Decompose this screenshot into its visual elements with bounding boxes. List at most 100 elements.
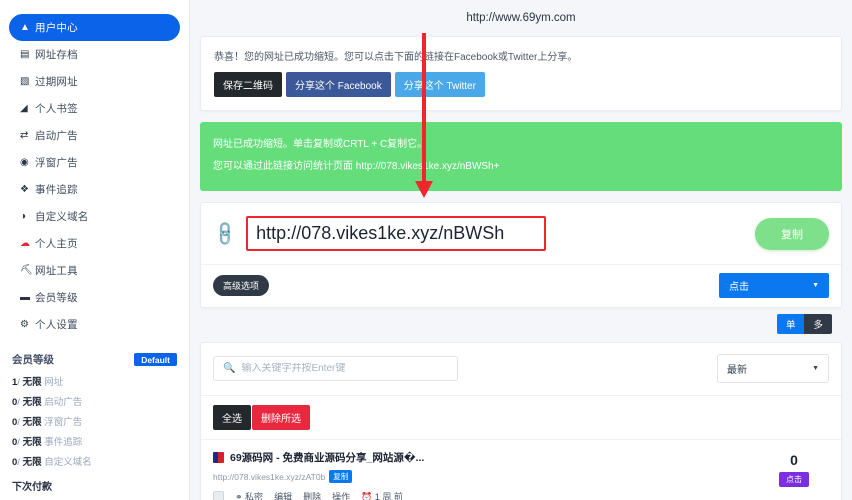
short-url-footer: 高级选项 点击 ▼	[201, 264, 841, 307]
quota-used: 0	[12, 457, 18, 468]
quota-name: 自定义域名	[44, 457, 92, 468]
sidebar-item-label: 启动广告	[35, 130, 78, 142]
quota-limit: 无限	[22, 397, 42, 408]
short-url-input[interactable]	[246, 216, 547, 251]
search-box[interactable]: 🔍	[213, 356, 458, 381]
archive-icon: ▤	[20, 49, 30, 60]
list-item-title-row: 69源码网 - 免费商业源码分享_网站源�...	[213, 450, 749, 465]
quota-used: 0	[12, 417, 18, 428]
click-count: 0	[790, 452, 798, 468]
membership-panel: 会员等级 Default 1/ 无限 网址 0/ 无限 启动广告 0/ 无限 浮…	[0, 352, 189, 493]
toggle-single-view[interactable]: 单	[776, 314, 805, 334]
sidebar-item-startup-ads[interactable]: ⇄ 启动广告	[9, 122, 180, 149]
quota-name: 网址	[44, 377, 64, 388]
list-item-short-url[interactable]: http://078.vikes1ke.xyz/zAT0b	[213, 472, 325, 482]
short-url-row: 🔗 复制	[201, 203, 841, 264]
list-item-private[interactable]: ⚭ 私密	[235, 490, 263, 500]
bulk-actions-row: 全选 删除所选	[201, 395, 841, 439]
search-icon: 🔍	[223, 363, 236, 374]
list-item-action[interactable]: 操作	[332, 490, 350, 500]
list-item-stats: 0 点击	[759, 450, 829, 500]
globe-icon: ◑	[20, 211, 27, 222]
links-card: 🔍 最新 ▼ 全选 删除所选 69源码网 - 免费商业源码分享_网站源�...	[200, 342, 842, 500]
sort-select-value: 最新	[727, 365, 747, 376]
mode-select[interactable]: 点击 ▼	[719, 273, 829, 298]
topbar: http://www.69ym.com	[190, 0, 852, 36]
share-facebook-button[interactable]: 分享这个 Facebook	[286, 72, 391, 97]
sort-select[interactable]: 最新 ▼	[717, 354, 829, 383]
exchange-icon: ⇄	[20, 130, 29, 141]
quota-row: 0/ 无限 启动广告	[12, 397, 83, 408]
short-url-card: 🔗 复制 高级选项 点击 ▼	[200, 202, 842, 308]
sidebar-item-label: 事件追踪	[35, 184, 78, 196]
mode-select-value: 点击	[729, 282, 749, 293]
view-toggle-group: 单 多	[190, 308, 843, 342]
toggle-multi-view[interactable]: 多	[804, 314, 832, 334]
copy-button[interactable]: 复制	[755, 217, 829, 250]
delete-selected-button[interactable]: 删除所选	[252, 405, 310, 430]
site-url: http://www.69ym.com	[466, 12, 576, 24]
sidebar-item-label: 自定义域名	[35, 211, 89, 223]
membership-plan-badge: Default	[134, 353, 177, 366]
sidebar-item-label: 会员等级	[35, 292, 78, 304]
sidebar-item-popup-ads[interactable]: ◉ 浮窗广告	[9, 149, 180, 176]
sidebar-item-label: 个人主页	[35, 238, 78, 250]
sidebar-item-label: 用户中心	[35, 22, 78, 34]
quota-name: 浮窗广告	[44, 417, 83, 428]
sidebar-item-url-tools[interactable]: ⛏ 网址工具	[9, 257, 180, 284]
sidebar-item-label: 过期网址	[35, 76, 78, 88]
favicon-icon	[213, 452, 224, 463]
next-payment-label: 下次付款	[12, 482, 52, 493]
short-url-input-wrap	[246, 216, 745, 251]
share-message: 恭喜！您的网址已成功缩短。您可以点击下面的链接在Facebook或Twitter…	[214, 52, 578, 63]
click-count-badge: 点击	[779, 472, 809, 487]
sidebar-item-user-center[interactable]: ▲ 用户中心	[9, 14, 180, 41]
share-card: 恭喜！您的网址已成功缩短。您可以点击下面的链接在Facebook或Twitter…	[200, 36, 842, 111]
main-content: http://www.69ym.com 恭喜！您的网址已成功缩短。您可以点击下面…	[190, 0, 852, 500]
sidebar-item-label: 网址工具	[35, 265, 78, 277]
folder-icon: ◢	[20, 103, 28, 114]
chevron-down-icon: ▼	[812, 282, 819, 289]
list-item-checkbox[interactable]	[213, 491, 224, 500]
search-input[interactable]	[241, 363, 448, 374]
quota-name: 事件追踪	[44, 437, 83, 448]
membership-title: 会员等级	[12, 354, 54, 366]
membership-header: 会员等级 Default	[12, 352, 177, 367]
sidebar-item-homepage[interactable]: ☁ 个人主页	[9, 230, 180, 257]
list-item-meta: ⚭ 私密 编辑 删除 操作 ⏰ 1 周 前	[213, 490, 749, 500]
quota-used: 0	[12, 437, 18, 448]
list-item-delete[interactable]: 删除	[303, 490, 321, 500]
list-item-title[interactable]: 69源码网 - 免费商业源码分享_网站源�...	[230, 450, 424, 465]
sidebar-item-membership[interactable]: ▬ 会员等级	[9, 284, 180, 311]
sidebar-item-bookmarks[interactable]: ◢ 个人书签	[9, 95, 180, 122]
advanced-options-button[interactable]: 高级选项	[213, 275, 270, 296]
sidebar-item-label: 浮窗广告	[35, 157, 78, 169]
quota-used: 1	[12, 377, 18, 388]
list-item-time: ⏰ 1 周 前	[361, 492, 403, 500]
sidebar-item-custom-domain[interactable]: ◑ 自定义域名	[9, 203, 180, 230]
sidebar: ▲ 用户中心 ▤ 网址存档 ▧ 过期网址 ◢ 个人书签 ⇄ 启动广告 ◉ 浮窗广…	[0, 0, 190, 500]
sidebar-item-label: 个人设置	[35, 319, 78, 331]
list-item-edit[interactable]: 编辑	[274, 490, 292, 500]
list-item-copy-button[interactable]: 复制	[329, 470, 353, 483]
card-icon: ▬	[20, 292, 30, 303]
quota-limit: 无限	[22, 457, 42, 468]
list-item-url-row: http://078.vikes1ke.xyz/zAT0b 复制	[213, 470, 749, 483]
list-item: 69源码网 - 免费商业源码分享_网站源�... http://078.vike…	[201, 439, 841, 500]
quota-limit: 无限	[22, 417, 42, 428]
sidebar-item-expired-urls[interactable]: ▧ 过期网址	[9, 68, 180, 95]
sidebar-item-settings[interactable]: ⚙ 个人设置	[9, 311, 180, 338]
quota-used: 0	[12, 397, 18, 408]
sidebar-item-url-archive[interactable]: ▤ 网址存档	[9, 41, 180, 68]
select-all-button[interactable]: 全选	[213, 405, 251, 430]
share-twitter-button[interactable]: 分享这个 Twitter	[394, 72, 485, 97]
alert-line-1: 网址已成功缩短。单击复制或CRTL + C复制它。	[213, 139, 428, 150]
crosshair-icon: ❖	[20, 184, 29, 195]
quota-row: 1/ 无限 网址	[12, 377, 64, 388]
alert-line-2: 您可以通过此链接访问统计页面 http://078.vikes1ke.xyz/n…	[213, 161, 500, 172]
sidebar-item-event-tracking[interactable]: ❖ 事件追踪	[9, 176, 180, 203]
save-qr-button[interactable]: 保存二维码	[214, 72, 282, 97]
sidebar-item-label: 个人书签	[35, 103, 78, 115]
gear-icon: ⚙	[20, 319, 29, 330]
quota-row: 0/ 无限 事件追踪	[12, 437, 83, 448]
